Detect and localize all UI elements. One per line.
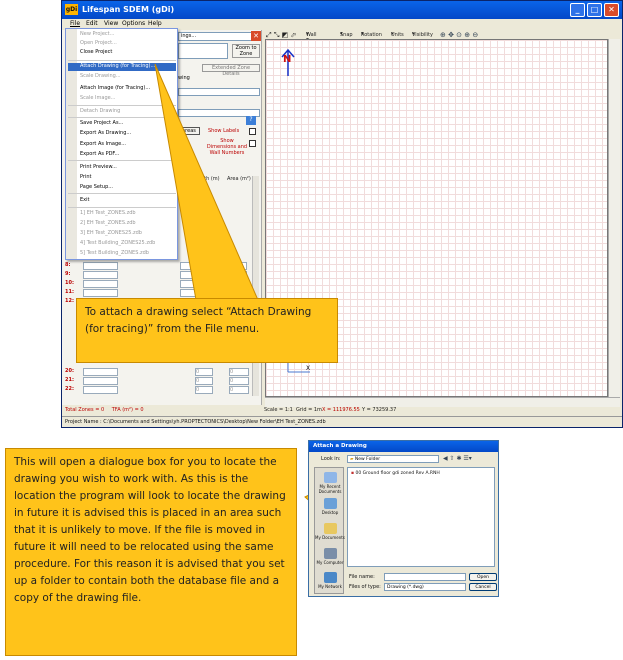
file-name-input[interactable] <box>384 573 466 581</box>
place-my-documents[interactable]: My Documents <box>315 523 345 540</box>
place-label: Desktop <box>321 510 339 515</box>
place-label: My Documents <box>315 535 345 540</box>
place-label: My Network <box>318 584 342 589</box>
desktop-icon <box>323 498 337 509</box>
my-documents-icon <box>323 523 337 534</box>
nav-toolbar-icons[interactable]: ◀ ⇧ ✱ ☰▾ <box>443 455 472 462</box>
places-bar: My Recent Documents Desktop My Documents… <box>314 467 345 594</box>
my-network-icon <box>323 572 337 583</box>
folder-icon: ▰ <box>350 457 354 462</box>
top-callout-pointer <box>154 63 259 301</box>
place-desktop[interactable]: Desktop <box>315 498 345 515</box>
place-my-network[interactable]: My Network <box>315 572 345 589</box>
dwg-file-icon: ▪ <box>351 471 355 476</box>
file-name-label: File name: <box>349 574 375 580</box>
look-in-select[interactable]: ▰ New Folder <box>347 455 439 463</box>
look-in-value: New Folder <box>354 457 381 462</box>
look-in-label: Look in: <box>321 456 341 462</box>
dialog-title: Attach a Drawing <box>309 441 498 452</box>
instruction-callout-attach: To attach a drawing select “Attach Drawi… <box>76 298 338 363</box>
cancel-button[interactable]: Cancel <box>469 583 497 591</box>
attach-drawing-dialog: Attach a Drawing Look in: ▰ New Folder ◀… <box>308 440 499 597</box>
place-recent[interactable]: My Recent Documents <box>315 472 345 494</box>
file-list[interactable]: ▪ 00 Ground floor gdi zoned Rev A.RNH <box>347 467 495 567</box>
place-label: My Recent Documents <box>318 484 342 494</box>
recent-documents-icon <box>323 472 337 483</box>
my-computer-icon <box>323 548 337 559</box>
file-name-text: 00 Ground floor gdi zoned Rev A.RNH <box>355 471 440 476</box>
place-my-computer[interactable]: My Computer <box>315 548 345 565</box>
instruction-callout-dialog: This will open a dialogue box for you to… <box>5 448 297 656</box>
file-type-label: Files of type: <box>349 584 381 590</box>
file-list-item[interactable]: ▪ 00 Ground floor gdi zoned Rev A.RNH <box>351 471 440 476</box>
place-label: My Computer <box>316 560 344 565</box>
file-type-select[interactable]: Drawing (*.dwg) <box>384 583 466 591</box>
open-button[interactable]: Open <box>469 573 497 581</box>
